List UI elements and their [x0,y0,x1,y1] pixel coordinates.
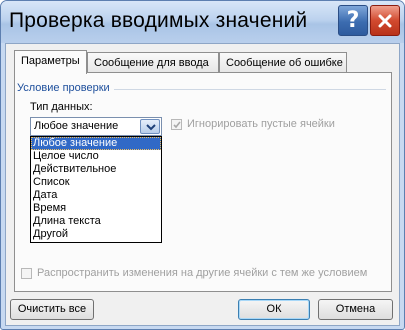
apply-all-checkbox[interactable] [21,268,32,279]
apply-all-label: Распространить изменения на другие ячейк… [37,267,368,279]
dialog-window: Проверка вводимых значений ? Параметры С… [0,0,405,330]
tab-label: Сообщение для ввода [94,57,209,69]
tab-input-message[interactable]: Сообщение для ввода [87,52,219,73]
window-title: Проверка вводимых значений [9,9,308,32]
option-date[interactable]: Дата [31,189,161,202]
tab-parameters[interactable]: Параметры [14,50,87,74]
tab-label: Параметры [21,55,80,67]
data-type-value: Любое значение [34,120,119,132]
option-custom[interactable]: Другой [31,228,161,241]
help-icon: ? [346,8,360,33]
option-time[interactable]: Время [31,202,161,215]
option-decimal[interactable]: Действительное [31,163,161,176]
option-list[interactable]: Список [31,176,161,189]
dialog-body: Параметры Сообщение для ввода Сообщение … [5,43,400,326]
chevron-down-icon [146,124,156,131]
option-any-value[interactable]: Любое значение [31,137,161,150]
data-type-options-list: Любое значение Целое число Действительно… [30,136,162,243]
close-button[interactable] [370,5,400,36]
title-bar[interactable]: Проверка вводимых значений ? [1,1,404,43]
dropdown-button[interactable] [140,119,160,134]
ignore-blank-label: Игнорировать пустые ячейки [187,118,335,130]
group-title: Условие проверки [17,82,110,94]
clear-all-button[interactable]: Очистить все [10,299,94,320]
option-text-length[interactable]: Длина текста [31,215,161,228]
data-type-label: Тип данных: [30,101,93,113]
tab-error-message[interactable]: Сообщение об ошибке [219,52,347,73]
cancel-button[interactable]: Отмена [318,299,393,320]
ok-button[interactable]: ОК [238,299,310,320]
checkmark-icon [173,121,181,129]
help-button[interactable]: ? [338,5,368,36]
ignore-blank-checkbox[interactable] [171,119,182,130]
close-icon [378,14,392,27]
group-divider [114,89,386,90]
option-whole-number[interactable]: Целое число [31,150,161,163]
data-type-select[interactable]: Любое значение [30,117,162,136]
tab-label: Сообщение об ошибке [226,57,343,69]
